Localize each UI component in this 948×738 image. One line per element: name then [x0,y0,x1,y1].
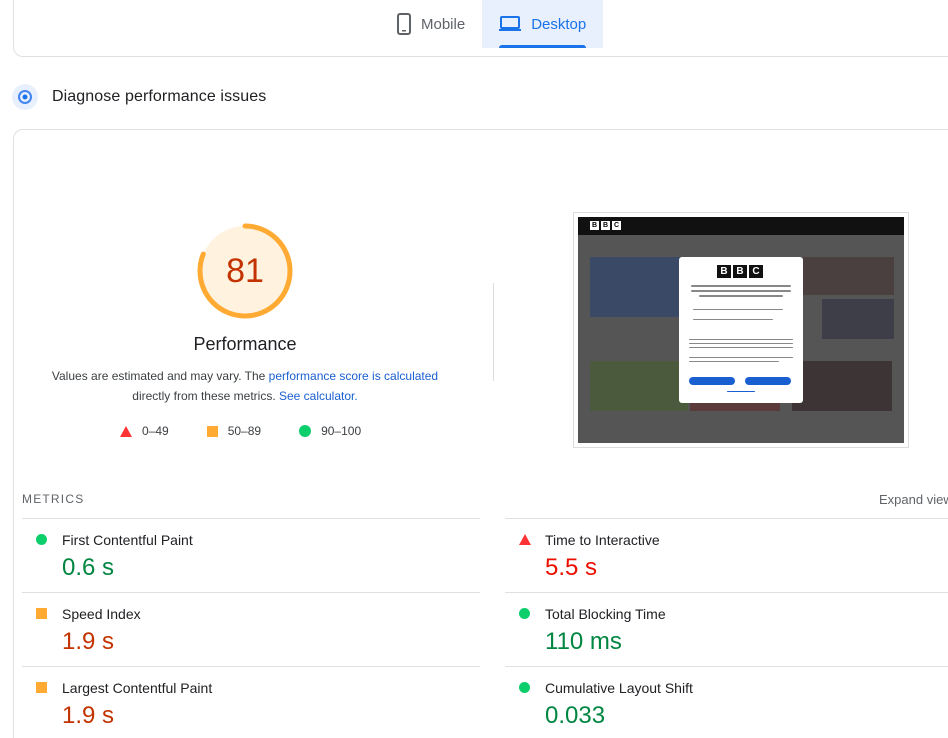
diagnose-header: Diagnose performance issues [12,84,266,110]
metric-name: Total Blocking Time [545,606,666,622]
orange-square-icon [206,425,218,437]
legend-item-average: 50–89 [206,424,262,438]
metric-value: 0.6 s [62,554,115,581]
metric-value: 110 ms [545,628,622,655]
section-title: Diagnose performance issues [52,88,267,105]
device-tabs: Mobile Desktop [380,0,604,48]
performance-score: 81 [226,251,264,290]
green-circle-icon [299,425,312,437]
screenshot-image: BBC BBC [578,217,904,443]
metrics-heading: METRICS [22,492,85,506]
orange-square-icon [36,608,47,619]
consent-button [745,377,791,385]
tab-desktop-label: Desktop [531,15,587,33]
see-calculator-link[interactable]: See calculator. [279,389,358,403]
laptop-icon [499,16,522,32]
legend-label: 0–49 [142,424,169,438]
metric-name: First Contentful Paint [62,532,193,548]
vertical-divider [493,283,494,381]
bbc-modal-logo: BBC [717,265,763,278]
page-screenshot[interactable]: BBC BBC [573,212,909,448]
metric-largest-contentful-paint: Largest Contentful Paint 1.9 s [22,666,480,738]
legend-label: 90–100 [321,424,362,438]
legend-item-fail: 0–49 [120,424,169,438]
green-circle-icon [36,534,47,545]
metric-name: Cumulative Layout Shift [545,680,693,696]
score-legend: 0–49 50–89 90–100 [120,424,399,438]
performance-title: Performance [193,334,297,354]
red-triangle-icon [519,534,531,545]
metric-value: 5.5 s [545,554,598,581]
metric-value: 1.9 s [62,702,115,729]
metric-cumulative-layout-shift: Cumulative Layout Shift 0.033 [505,666,948,738]
performance-gauge: 81 [196,222,294,320]
legend-label: 50–89 [227,424,262,438]
consent-button [689,377,735,385]
metric-value: 0.033 [545,702,606,729]
metric-total-blocking-time: Total Blocking Time 110 ms [505,592,948,666]
green-circle-icon [519,682,530,693]
tab-mobile-label: Mobile [421,15,466,33]
bbc-logo: BBC [590,221,621,230]
desc-text-1: Values are estimated and may vary. The [51,369,269,383]
mobile-phone-icon [397,13,411,35]
metric-name: Largest Contentful Paint [62,680,213,696]
metric-time-to-interactive: Time to Interactive 5.5 s [505,518,948,592]
bbc-navbar: BBC [578,217,904,235]
consent-dialog: BBC [679,257,803,403]
desc-text-2: directly from these metrics. [132,389,279,403]
metric-name: Speed Index [62,606,141,622]
red-triangle-icon [120,425,132,437]
metric-value: 1.9 s [62,628,115,655]
performance-description: Values are estimated and may vary. The p… [40,366,450,406]
tab-desktop[interactable]: Desktop [482,0,604,48]
metric-speed-index: Speed Index 1.9 s [22,592,480,666]
green-circle-icon [519,608,530,619]
legend-item-pass: 90–100 [299,424,361,438]
tab-mobile[interactable]: Mobile [380,0,482,48]
orange-square-icon [36,682,47,693]
score-calculated-link[interactable]: performance score is calculated [269,369,438,383]
expand-view-button[interactable]: Expand view [879,492,948,507]
lighthouse-icon [12,84,38,110]
metric-first-contentful-paint: First Contentful Paint 0.6 s [22,518,480,592]
metric-name: Time to Interactive [545,532,660,548]
